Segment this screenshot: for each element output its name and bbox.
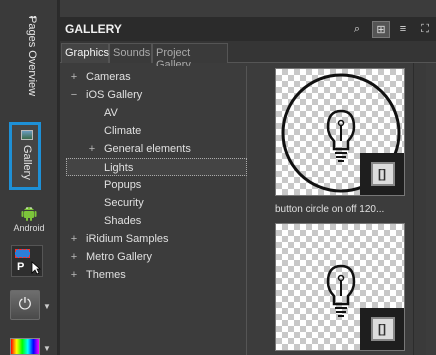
expand-icon[interactable]: + xyxy=(69,230,79,248)
tree-item-lights[interactable]: Lights xyxy=(66,158,247,176)
tree-item-ios-gallery[interactable]: − iOS Gallery xyxy=(66,86,247,104)
power-icon: ⏻ xyxy=(18,296,32,313)
gallery-tab[interactable]: Gallery xyxy=(9,122,41,190)
android-icon xyxy=(21,207,37,221)
tree-item-label: Themes xyxy=(86,269,126,281)
expand-icon[interactable]: + xyxy=(69,266,79,284)
thumbnail-item[interactable]: [] xyxy=(275,223,405,351)
search-icon[interactable]: ⌕ xyxy=(348,21,366,38)
state-badge: [] xyxy=(360,153,404,195)
tree-item-label: Metro Gallery xyxy=(86,251,153,263)
grid-view-icon[interactable]: ⊞ xyxy=(372,21,390,38)
tree-item-label: General elements xyxy=(104,143,191,155)
left-toolbar: ▪▪ Pages Overview Gallery Android P ⏻ ▼ … xyxy=(0,0,58,355)
expand-icon[interactable]: + xyxy=(87,140,97,158)
tree-item-popups[interactable]: Popups xyxy=(66,176,247,194)
gallery-tabs: Graphics Sounds Project Gallery xyxy=(60,41,436,71)
tree-item-label: Shades xyxy=(104,215,142,227)
toggle-icon: [] xyxy=(371,317,395,341)
pages-overview-label: Pages Overview xyxy=(26,16,38,97)
android-label: Android xyxy=(13,223,45,233)
tree-item-themes[interactable]: + Themes xyxy=(66,266,247,284)
tree-item-av[interactable]: AV xyxy=(66,104,247,122)
tab-sounds[interactable]: Sounds xyxy=(109,43,152,63)
tree-item-label: iRidium Samples xyxy=(86,233,169,245)
power-dropdown-arrow-icon[interactable]: ▼ xyxy=(43,302,51,311)
tree-item-label: Popups xyxy=(104,179,142,191)
panel-selection-button[interactable]: P xyxy=(11,245,43,277)
tab-project-gallery[interactable]: Project Gallery xyxy=(152,43,228,71)
thumbnail-caption: button circle on off 120... xyxy=(275,204,385,215)
expand-icon[interactable]: ⛶ xyxy=(416,21,434,38)
tab-graphics[interactable]: Graphics xyxy=(61,43,109,63)
expand-icon[interactable]: + xyxy=(69,68,79,86)
tree-item-label: Lights xyxy=(104,162,134,174)
tree-item-metro-gallery[interactable]: + Metro Gallery xyxy=(66,248,247,266)
color-dropdown-arrow-icon[interactable]: ▼ xyxy=(43,344,51,353)
tree-item-label: Climate xyxy=(104,125,142,137)
tree-item-label: AV xyxy=(104,107,118,119)
gallery-title-bar: GALLERY ⌕ ⊞ ≡ ⛶ xyxy=(60,17,436,41)
gallery-tree: + Cameras − iOS Gallery AV Climate + Gen… xyxy=(66,66,247,355)
collapse-icon[interactable]: − xyxy=(69,86,79,104)
expand-icon[interactable]: + xyxy=(69,248,79,266)
thumbnail-item[interactable]: [] xyxy=(275,68,405,196)
gallery-panel: GALLERY ⌕ ⊞ ≡ ⛶ Graphics Sounds Project … xyxy=(58,0,436,355)
panel-letter: P xyxy=(17,261,25,273)
cursor-icon xyxy=(31,261,41,275)
tree-item-iridium-samples[interactable]: + iRidium Samples xyxy=(66,230,247,248)
color-palette-button[interactable] xyxy=(10,338,40,355)
toggle-icon: [] xyxy=(371,162,395,186)
tree-item-label: Cameras xyxy=(86,71,131,83)
android-button[interactable]: Android xyxy=(10,203,48,237)
gallery-title: GALLERY xyxy=(65,22,122,36)
tree-item-shades[interactable]: Shades xyxy=(66,212,247,230)
thumbnail-grid: [] button circle on off 120... [] xyxy=(275,66,411,355)
tree-item-cameras[interactable]: + Cameras xyxy=(66,68,247,86)
list-view-icon[interactable]: ≡ xyxy=(394,21,412,38)
pages-overview-tab[interactable]: ▪▪ Pages Overview xyxy=(12,12,46,112)
tree-item-general-elements[interactable]: + General elements xyxy=(66,140,247,158)
image-icon xyxy=(21,130,33,140)
state-badge: [] xyxy=(360,308,404,350)
thumbnail-scrollbar[interactable] xyxy=(413,63,426,355)
tree-item-security[interactable]: Security xyxy=(66,194,247,212)
tree-item-climate[interactable]: Climate xyxy=(66,122,247,140)
tree-item-label: iOS Gallery xyxy=(86,89,143,101)
tree-item-label: Security xyxy=(104,197,144,209)
power-button[interactable]: ⏻ xyxy=(10,290,40,320)
gallery-tab-label: Gallery xyxy=(21,145,33,180)
selection-rect-icon xyxy=(15,249,30,258)
